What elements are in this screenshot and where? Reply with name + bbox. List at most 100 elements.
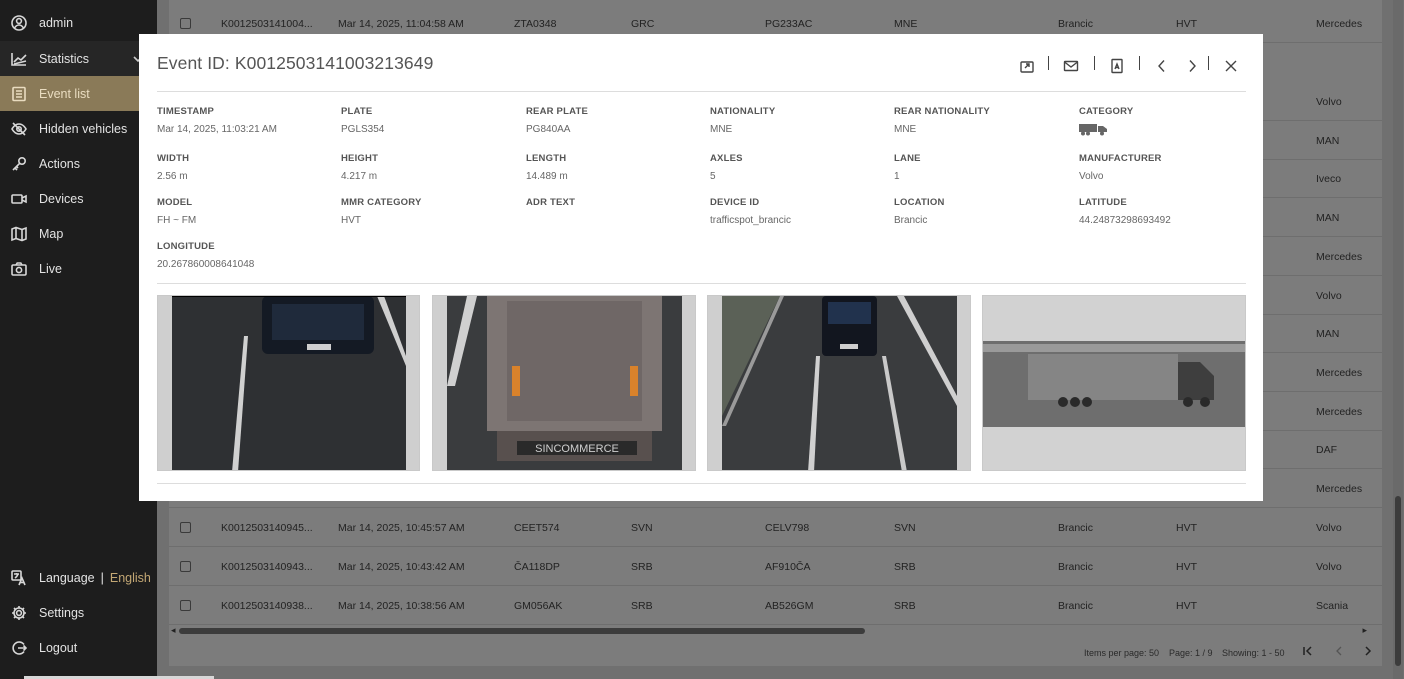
toolbar-divider <box>1139 56 1140 70</box>
field-label: REAR NATIONALITY <box>894 106 990 117</box>
modal-toolbar <box>1017 56 1237 78</box>
field-value: FH ~ FM <box>157 215 197 226</box>
location-cell: Brancic <box>1058 521 1094 534</box>
row-checkbox[interactable] <box>180 522 191 533</box>
modal-title: Event ID: K0012503141003213649 <box>157 53 434 73</box>
field-nationality: NATIONALITY MNE <box>710 106 890 135</box>
page-indicator: Page: 1 / 9 <box>1169 648 1213 658</box>
plate-cell: GM056AK <box>514 599 563 612</box>
manufacturer-cell: Mercedes <box>1316 17 1363 30</box>
sidebar-item-statistics[interactable]: Statistics <box>0 41 157 76</box>
sidebar-item-label: Statistics <box>39 51 90 66</box>
event-detail-modal: Event ID: K0012503141003213649 TIMESTAMP… <box>139 34 1263 501</box>
language-selector[interactable]: Language | English <box>0 560 157 595</box>
sidebar-item-label: Hidden vehicles <box>39 121 128 136</box>
field-label: ADR TEXT <box>526 197 576 208</box>
table-row[interactable]: K0012503140943... Mar 14, 2025, 10:43:42… <box>169 547 1382 586</box>
manufacturer-cell: MAN <box>1316 211 1340 224</box>
language-separator: | <box>100 570 104 585</box>
next-event-button[interactable] <box>1182 56 1202 76</box>
location-cell: Brancic <box>1058 560 1094 573</box>
sidebar-item-map[interactable]: Map <box>0 216 157 251</box>
field-label: LENGTH <box>526 153 567 164</box>
sidebar-item-hidden-vehicles[interactable]: Hidden vehicles <box>0 111 157 146</box>
nationality-cell: SRB <box>631 599 653 612</box>
field-value: MNE <box>710 124 733 135</box>
export-button[interactable] <box>1017 56 1037 76</box>
items-per-page[interactable]: Items per page: 50 <box>1084 648 1159 658</box>
manufacturer-cell: Volvo <box>1316 521 1342 534</box>
field-value: 5 <box>710 171 716 182</box>
pdf-button[interactable] <box>1107 56 1127 76</box>
vertical-scrollbar[interactable] <box>1393 0 1403 679</box>
timestamp-cell: Mar 14, 2025, 10:43:42 AM <box>338 560 465 573</box>
scroll-thumb[interactable] <box>179 628 865 634</box>
sidebar-item-settings[interactable]: Settings <box>0 595 157 630</box>
horizontal-scrollbar[interactable]: ◂ ▸ <box>169 625 1369 637</box>
divider <box>157 483 1246 484</box>
rear-camera-photo[interactable]: SINCOMMERCE <box>432 295 696 471</box>
divider <box>157 283 1246 284</box>
field-category: CATEGORY <box>1079 106 1259 141</box>
rear-nationality-cell: SVN <box>894 521 916 534</box>
sidebar-item-label: Event list <box>39 86 90 101</box>
sidebar-item-devices[interactable]: Devices <box>0 181 157 216</box>
showing-range: Showing: 1 - 50 <box>1222 648 1285 658</box>
field-location: LOCATION Brancic <box>894 197 1074 226</box>
list-icon <box>11 86 27 102</box>
field-label: AXLES <box>710 153 743 164</box>
row-checkbox[interactable] <box>180 561 191 572</box>
field-timestamp: TIMESTAMP Mar 14, 2025, 11:03:21 AM <box>157 106 337 135</box>
row-checkbox[interactable] <box>180 18 191 29</box>
pagination-bar: Items per page: 50 Page: 1 / 9 Showing: … <box>169 638 1382 666</box>
side-profile-photo[interactable] <box>982 295 1246 471</box>
table-row[interactable]: K0012503140938... Mar 14, 2025, 10:38:56… <box>169 586 1382 625</box>
sidebar-item-logout[interactable]: Logout <box>0 630 157 665</box>
sidebar: admin Statistics Event list Hidden vehic… <box>0 0 157 679</box>
field-label: WIDTH <box>157 153 190 164</box>
translate-icon <box>11 569 27 586</box>
field-value: Volvo <box>1079 171 1104 182</box>
sidebar-item-live[interactable]: Live <box>0 251 157 286</box>
scroll-right-icon[interactable]: ▸ <box>1362 625 1367 636</box>
key-icon <box>11 156 27 172</box>
row-checkbox[interactable] <box>180 600 191 611</box>
next-page-icon[interactable] <box>1362 645 1374 657</box>
field-value: MNE <box>894 124 917 135</box>
sidebar-item-actions[interactable]: Actions <box>0 146 157 181</box>
sidebar-item-event-list[interactable]: Event list <box>0 76 157 111</box>
scroll-left-icon[interactable]: ◂ <box>171 625 176 636</box>
event-id-cell: K0012503140943... <box>221 560 313 573</box>
divider <box>157 91 1246 92</box>
scroll-thumb[interactable] <box>1395 496 1401 666</box>
front-camera-photo[interactable] <box>157 295 420 471</box>
prev-page-icon[interactable] <box>1333 645 1345 657</box>
close-icon <box>1225 60 1237 72</box>
manufacturer-cell: DAF <box>1316 443 1337 456</box>
table-row[interactable]: K0012503140945... Mar 14, 2025, 10:45:57… <box>169 508 1382 547</box>
sidebar-item-label: Actions <box>39 156 80 171</box>
field-value: 1 <box>894 171 900 182</box>
chart-icon <box>11 51 27 67</box>
sidebar-item-label: Settings <box>39 605 85 620</box>
field-label: HEIGHT <box>341 153 379 164</box>
mail-icon <box>1063 60 1079 72</box>
first-page-icon[interactable] <box>1302 645 1314 657</box>
field-manufacturer: MANUFACTURER Volvo <box>1079 153 1259 182</box>
manufacturer-cell: Volvo <box>1316 560 1342 573</box>
eye-off-icon <box>11 121 27 137</box>
overview-camera-photo[interactable] <box>707 295 971 471</box>
manufacturer-cell: Mercedes <box>1316 482 1363 495</box>
field-length: LENGTH 14.489 m <box>526 153 706 182</box>
close-button[interactable] <box>1221 56 1241 76</box>
field-value: Mar 14, 2025, 11:03:21 AM <box>157 124 277 135</box>
field-value: trafficspot_brancic <box>710 215 791 226</box>
sidebar-item-label: Logout <box>39 640 78 655</box>
field-width: WIDTH 2.56 m <box>157 153 337 182</box>
user-menu[interactable]: admin <box>0 5 157 40</box>
previous-event-button[interactable] <box>1152 56 1172 76</box>
field-value: Brancic <box>894 215 928 226</box>
field-lane: LANE 1 <box>894 153 1074 182</box>
sidebar-item-label: Live <box>39 261 62 276</box>
email-button[interactable] <box>1061 56 1081 76</box>
